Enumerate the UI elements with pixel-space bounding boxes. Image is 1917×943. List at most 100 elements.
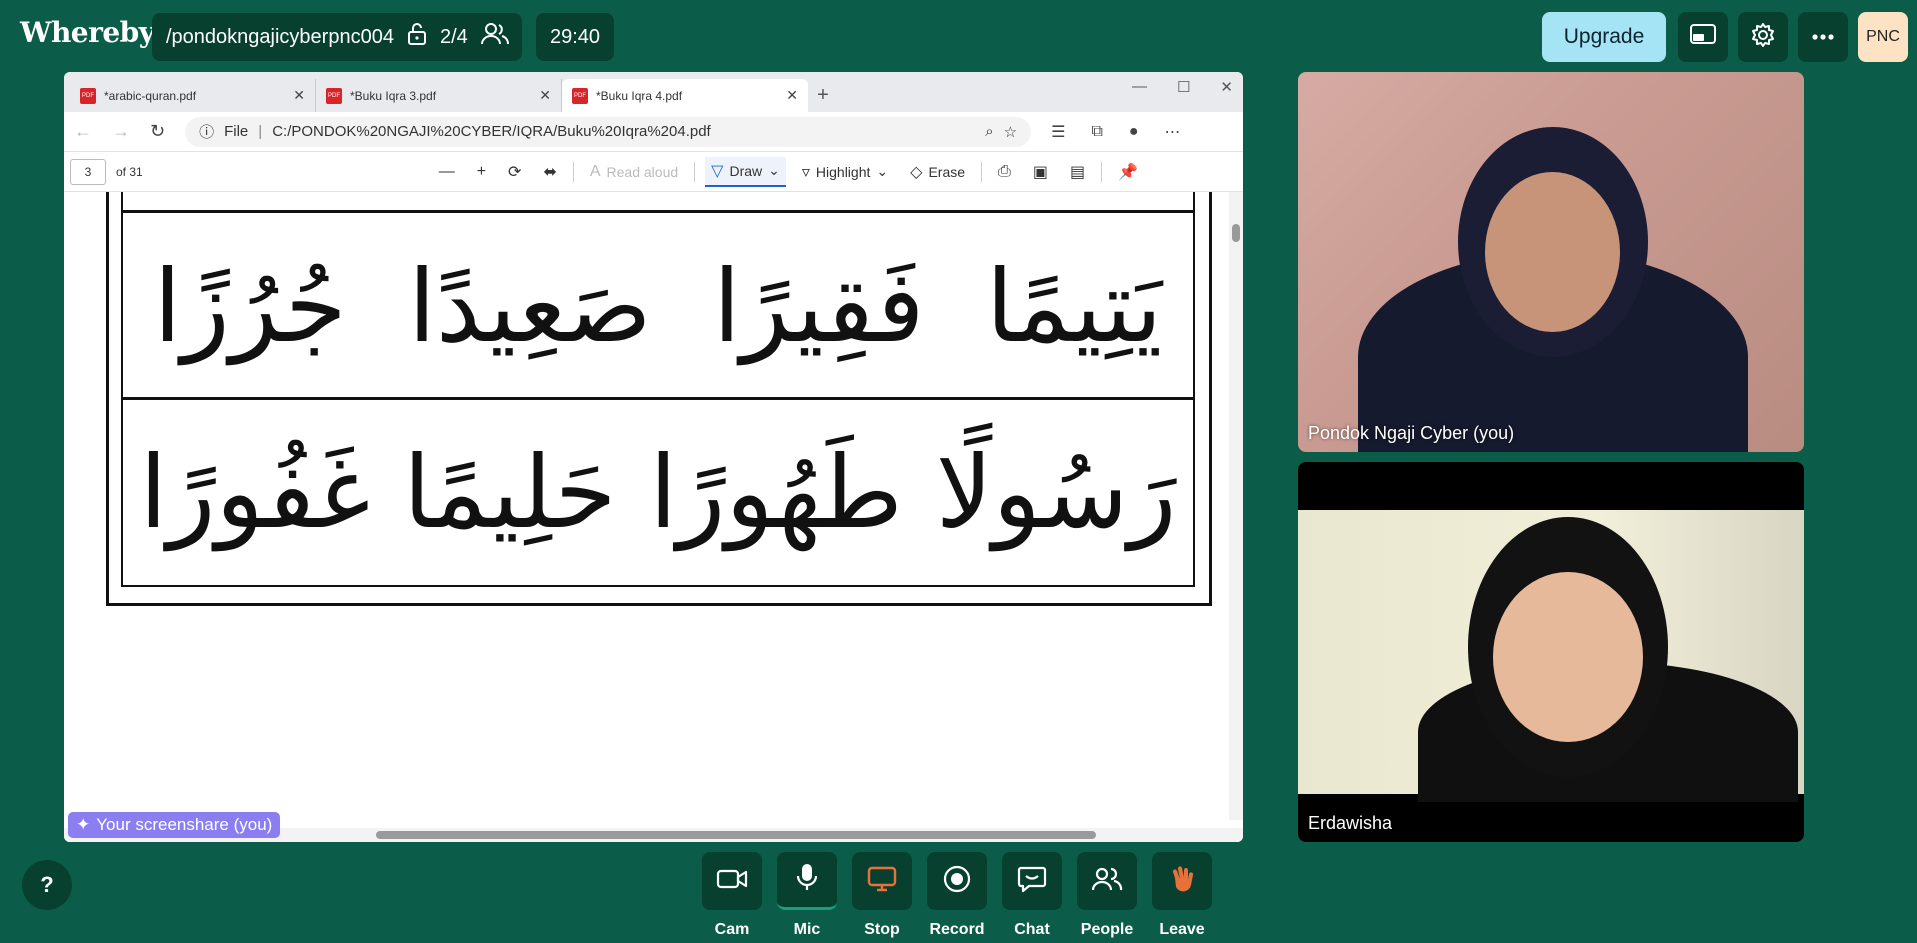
participant-name: Pondok Ngaji Cyber (you)	[1308, 423, 1515, 443]
arabic-word: رَسُولًا	[935, 434, 1177, 551]
close-icon[interactable]: ✕	[539, 87, 551, 104]
rotate-icon[interactable]: ⟳	[502, 158, 527, 186]
sparkle-icon: ✦	[76, 815, 91, 834]
arabic-row: رَسُولًا طَهُورًا حَلِيمًا غَفُورًا	[123, 400, 1193, 585]
vertical-scrollbar[interactable]	[1229, 192, 1243, 820]
camera-icon	[716, 868, 748, 895]
user-avatar[interactable]: PNC	[1858, 12, 1908, 62]
print-icon[interactable]: ⎙	[992, 159, 1017, 185]
participant-count: 2/4	[439, 25, 468, 48]
leave-label: Leave	[1159, 921, 1205, 938]
room-name: /pondokngajicyberpnc004	[166, 25, 394, 48]
draw-pen-icon: ▽	[711, 162, 724, 180]
chat-icon	[1017, 865, 1047, 898]
highlight-icon: ▿	[801, 163, 810, 181]
stop-label: Stop	[864, 921, 900, 938]
favorites-icon[interactable]: ☰	[1051, 122, 1065, 142]
help-button[interactable]: ?	[22, 860, 72, 910]
back-icon[interactable]: ←	[74, 121, 92, 142]
chat-button[interactable]	[1002, 852, 1062, 910]
chevron-down-icon[interactable]: ⌄	[768, 162, 780, 179]
upgrade-button[interactable]: Upgrade	[1542, 12, 1666, 62]
wave-hand-icon	[1167, 864, 1197, 899]
record-label: Record	[929, 921, 985, 938]
browser-tab-active[interactable]: PDF *Buku Iqra 4.pdf ✕	[562, 79, 808, 112]
minimize-icon[interactable]: —	[1132, 78, 1147, 96]
file-label: File	[224, 123, 249, 140]
more-options-button[interactable]	[1798, 12, 1848, 62]
arabic-word: حَلِيمًا	[403, 434, 617, 551]
erase-button[interactable]: ◇ Erase	[904, 158, 971, 186]
browser-menu-icon[interactable]: ⋯	[1165, 122, 1181, 142]
forward-icon[interactable]: →	[112, 121, 130, 142]
mic-button[interactable]	[777, 852, 837, 910]
page-border: يَتِيمًا فَقِيرًا صَعِيدًا جُرُزًا رَسُو…	[106, 192, 1212, 606]
cam-button[interactable]	[702, 852, 762, 910]
chevron-down-icon[interactable]: ⌄	[876, 163, 888, 180]
read-aloud-icon: A	[589, 162, 601, 180]
settings-button[interactable]	[1738, 12, 1788, 62]
read-aloud-button[interactable]: A Read aloud	[584, 159, 684, 185]
info-icon[interactable]: ⓘ	[199, 121, 214, 142]
video-tile-self[interactable]: Pondok Ngaji Cyber (you)	[1298, 72, 1804, 452]
browser-tab[interactable]: PDF *Buku Iqra 3.pdf ✕	[316, 79, 562, 112]
leave-control[interactable]: Leave	[1152, 852, 1212, 939]
scroll-thumb[interactable]	[1232, 224, 1240, 242]
meeting-timer: 29:40	[536, 13, 614, 61]
close-icon[interactable]: ✕	[293, 87, 305, 104]
people-icon	[1091, 866, 1123, 897]
new-tab-button[interactable]: +	[808, 79, 838, 112]
stop-share-button[interactable]	[852, 852, 912, 910]
highlight-button[interactable]: ▿ Highlight ⌄	[796, 158, 894, 186]
mic-label: Mic	[793, 921, 821, 938]
browser-tab[interactable]: PDF *arabic-quran.pdf ✕	[70, 79, 316, 112]
maximize-icon[interactable]: ☐	[1177, 78, 1190, 96]
tab-label: *Buku Iqra 3.pdf	[350, 88, 437, 103]
arabic-word: غَفُورًا	[139, 434, 371, 551]
arabic-word: صَعِيدًا	[408, 248, 652, 365]
window-controls: — ☐ ✕	[1132, 78, 1233, 96]
collections-icon[interactable]: ⧉	[1091, 123, 1102, 141]
participant-video	[1493, 572, 1643, 742]
close-window-icon[interactable]: ✕	[1220, 78, 1233, 96]
profile-icon[interactable]: ●	[1129, 123, 1139, 141]
picture-in-picture-button[interactable]	[1678, 12, 1728, 62]
people-control[interactable]: People	[1077, 852, 1137, 939]
close-icon[interactable]: ✕	[786, 87, 798, 104]
microphone-icon	[796, 862, 818, 897]
address-bar: ← → ↻ ⓘ File | C:/PONDOK%20NGAJI%20CYBER…	[64, 112, 1243, 152]
leave-button[interactable]	[1152, 852, 1212, 910]
stop-share-control[interactable]: Stop	[852, 852, 912, 939]
zoom-out-icon[interactable]: —	[433, 159, 461, 185]
pdf-toolbar: 3 of 31 — + ⟳ ⬌ A Read aloud ▽ Draw ⌄ ▿ …	[64, 152, 1243, 192]
zoom-in-icon[interactable]: +	[471, 159, 492, 185]
cam-control[interactable]: Cam	[702, 852, 762, 939]
save-as-icon[interactable]: ▤	[1064, 158, 1091, 186]
tab-label: *arabic-quran.pdf	[104, 88, 197, 103]
unlock-icon[interactable]	[406, 22, 428, 52]
draw-button[interactable]: ▽ Draw ⌄	[705, 156, 786, 187]
divider	[572, 161, 574, 182]
url-field[interactable]: ⓘ File | C:/PONDOK%20NGAJI%20CYBER/IQRA/…	[185, 116, 1032, 147]
zoom-icon[interactable]: ⌕	[985, 123, 993, 140]
record-control[interactable]: Record	[927, 852, 987, 939]
people-button[interactable]	[1077, 852, 1137, 910]
pin-toolbar-icon[interactable]: 📌	[1112, 158, 1144, 186]
fit-page-icon[interactable]: ⬌	[537, 158, 562, 186]
save-icon[interactable]: ▣	[1027, 158, 1054, 186]
page-number-input[interactable]: 3	[70, 158, 106, 185]
screenshare-icon	[867, 866, 897, 897]
people-icon[interactable]	[480, 22, 510, 52]
refresh-icon[interactable]: ↻	[150, 121, 165, 142]
highlight-label: Highlight	[815, 163, 871, 180]
pdf-page: يَتِيمًا فَقِيرًا صَعِيدًا جُرُزًا رَسُو…	[64, 192, 1243, 842]
arabic-word: يَتِيمًا	[985, 248, 1163, 365]
pdf-icon: PDF	[572, 87, 588, 104]
video-tile-participant[interactable]: Erdawisha	[1298, 462, 1804, 842]
chat-control[interactable]: Chat	[1002, 852, 1062, 939]
mic-control[interactable]: Mic	[777, 852, 837, 939]
favorite-star-icon[interactable]: ☆	[1004, 123, 1017, 141]
scroll-thumb[interactable]	[376, 831, 1096, 839]
participant-name: Erdawisha	[1308, 813, 1393, 833]
record-button[interactable]	[927, 852, 987, 910]
